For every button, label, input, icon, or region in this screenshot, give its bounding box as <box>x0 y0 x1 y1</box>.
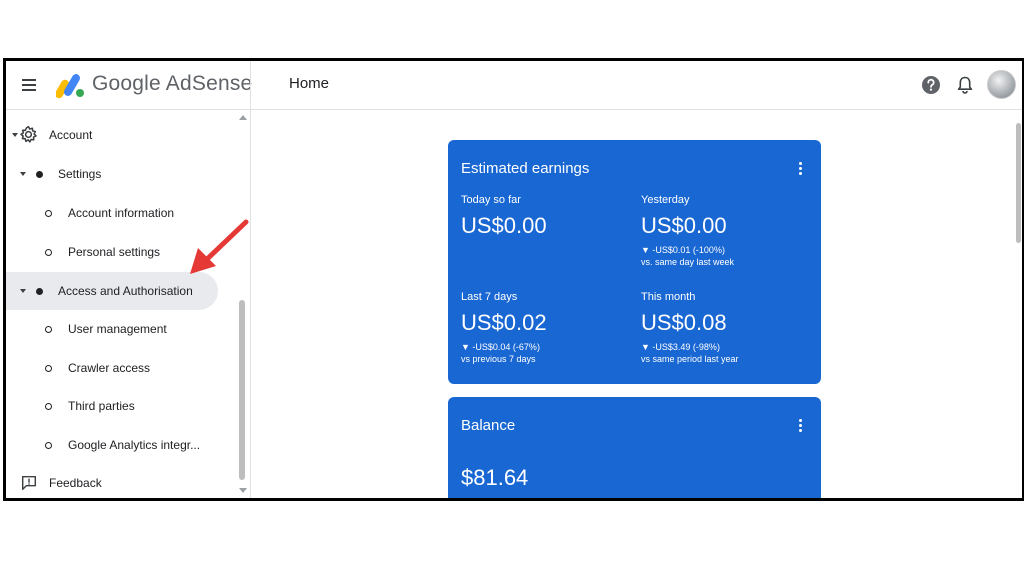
bullet-filled-icon <box>36 288 43 295</box>
bullet-outline-icon <box>45 442 52 449</box>
metric-month-value: US$0.08 <box>641 310 727 335</box>
balance-value: $81.64 <box>461 465 529 490</box>
metric-today-label: Today so far <box>461 194 521 206</box>
bullet-outline-icon <box>45 326 52 333</box>
sidebar-item-crawler-access[interactable]: Crawler access <box>6 350 236 386</box>
metric-yesterday: Yesterday US$0.00 ▼ -US$0.01 (-100%) vs.… <box>641 194 734 267</box>
estimated-earnings-card: Estimated earnings Today so far US$0.00 … <box>448 140 821 384</box>
sidebar-nav: Account Settings Account information Per… <box>6 110 251 498</box>
feedback-icon <box>21 475 37 491</box>
metric-last7-value: US$0.02 <box>461 310 547 335</box>
sidebar-item-account-information-label: Account information <box>68 206 175 220</box>
estimated-earnings-title: Estimated earnings <box>461 160 590 177</box>
gear-icon <box>20 125 37 143</box>
more-vert-icon[interactable] <box>799 419 803 433</box>
metric-last7-label: Last 7 days <box>461 291 518 303</box>
sidebar-item-account-label: Account <box>49 128 93 142</box>
scroll-up-icon[interactable] <box>239 115 247 120</box>
bell-icon[interactable] <box>954 74 976 96</box>
metric-yesterday-value: US$0.00 <box>641 213 727 238</box>
metric-yesterday-label: Yesterday <box>641 194 690 206</box>
sidebar-item-access-label: Access and Authorisation <box>58 284 193 298</box>
header-divider <box>250 61 251 109</box>
sidebar-item-google-analytics[interactable]: Google Analytics integr... <box>6 427 236 463</box>
sidebar-scrollbar-thumb[interactable] <box>239 300 245 480</box>
metric-month-compare: vs same period last year <box>641 354 739 364</box>
sidebar-item-user-management[interactable]: User management <box>6 311 236 347</box>
bullet-outline-icon <box>45 403 52 410</box>
sidebar-item-user-management-label: User management <box>68 322 167 336</box>
avatar[interactable] <box>987 70 1016 99</box>
caret-down-icon <box>20 172 26 176</box>
sidebar-item-third-parties-label: Third parties <box>68 399 135 413</box>
metric-last7-change: ▼ -US$0.04 (-67%) <box>461 342 540 352</box>
sidebar-item-personal-settings-label: Personal settings <box>68 245 161 259</box>
brand-name: Google AdSense <box>92 72 253 95</box>
help-icon[interactable] <box>920 74 942 96</box>
sidebar-item-google-analytics-label: Google Analytics integr... <box>68 438 201 452</box>
caret-down-icon <box>20 289 26 293</box>
bullet-outline-icon <box>45 249 52 256</box>
main-scrollbar-thumb[interactable] <box>1016 123 1021 243</box>
metric-last7: Last 7 days US$0.02 ▼ -US$0.04 (-67%) vs… <box>461 291 547 364</box>
metric-today-value: US$0.00 <box>461 213 547 238</box>
metric-today: Today so far US$0.00 <box>461 194 547 239</box>
metric-month: This month US$0.08 ▼ -US$3.49 (-98%) vs … <box>641 291 739 364</box>
sidebar-item-settings-label: Settings <box>58 167 102 181</box>
page-title: Home <box>289 75 330 92</box>
sidebar-item-account[interactable]: Account <box>6 117 236 153</box>
sidebar-item-crawler-access-label: Crawler access <box>68 361 151 375</box>
sidebar-item-feedback[interactable]: Feedback <box>6 465 236 498</box>
screenshot-frame: Google AdSense Home Account Settings Acc… <box>3 58 1024 501</box>
balance-title: Balance <box>461 417 516 434</box>
metric-month-change: ▼ -US$3.49 (-98%) <box>641 342 720 352</box>
sidebar-item-feedback-label: Feedback <box>49 476 102 490</box>
hamburger-icon[interactable] <box>20 75 40 95</box>
bullet-outline-icon <box>45 365 52 372</box>
bullet-outline-icon <box>45 210 52 217</box>
metric-yesterday-compare: vs. same day last week <box>641 257 735 267</box>
metric-last7-compare: vs previous 7 days <box>461 354 536 364</box>
sidebar-item-third-parties[interactable]: Third parties <box>6 388 236 424</box>
metric-month-label: This month <box>641 291 696 303</box>
bullet-filled-icon <box>36 171 43 178</box>
annotation-arrow-icon <box>190 219 249 274</box>
adsense-logo-icon <box>56 74 84 99</box>
sidebar-item-settings[interactable]: Settings <box>6 156 236 192</box>
top-app-bar: Google AdSense Home <box>6 61 1022 110</box>
caret-down-icon <box>12 133 18 137</box>
more-vert-icon[interactable] <box>799 162 803 176</box>
scroll-down-icon[interactable] <box>239 488 247 493</box>
balance-card: Balance $81.64 <box>448 397 821 498</box>
metric-yesterday-change: ▼ -US$0.01 (-100%) <box>641 245 725 255</box>
